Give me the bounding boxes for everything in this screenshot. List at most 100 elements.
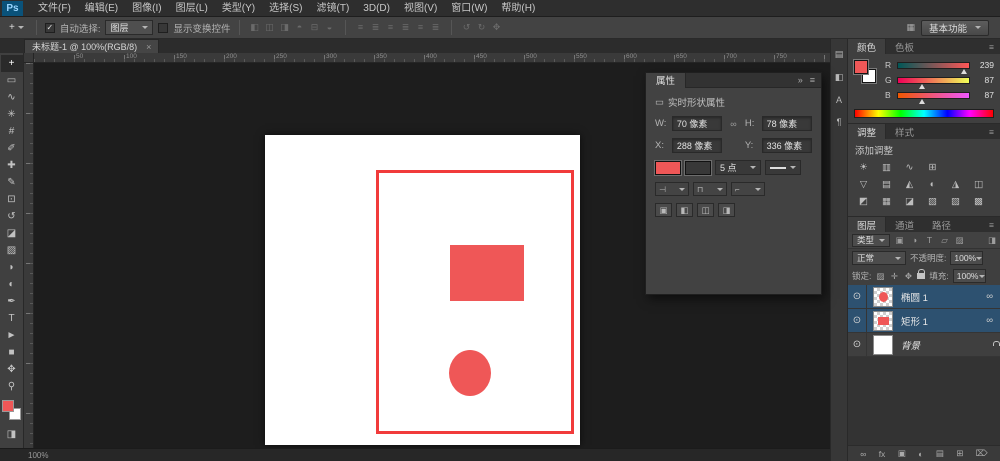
lock-transparency-icon[interactable]: ▨ bbox=[875, 271, 885, 282]
visibility-eye-icon[interactable]: ⊙ bbox=[848, 309, 867, 332]
paragraph-panel-icon[interactable]: ¶ bbox=[837, 117, 842, 127]
eraser-tool[interactable]: ◪ bbox=[1, 225, 23, 242]
filter-shape-layers-icon[interactable]: ▱ bbox=[939, 235, 950, 246]
distribute-icon[interactable]: ≣ bbox=[429, 22, 443, 33]
menu-item[interactable]: 选择(S) bbox=[262, 0, 309, 17]
move-tool[interactable]: + bbox=[1, 55, 23, 72]
stroke-width-dropdown[interactable]: 5 点 bbox=[715, 160, 761, 175]
layer-name[interactable]: 矩形 1 bbox=[899, 314, 986, 328]
menu-item[interactable]: 滤镜(T) bbox=[310, 0, 357, 17]
distribute-icon[interactable]: ≣ bbox=[399, 22, 413, 33]
menu-item[interactable]: 窗口(W) bbox=[444, 0, 494, 17]
crop-tool[interactable]: # bbox=[1, 123, 23, 140]
path-operation-subtract-button[interactable]: ◧ bbox=[676, 203, 693, 217]
foreground-color-swatch[interactable] bbox=[854, 60, 868, 74]
filter-smart-objects-icon[interactable]: ▨ bbox=[954, 235, 965, 246]
adjustment-icon[interactable]: ▧ bbox=[922, 194, 943, 208]
layer-name[interactable]: 背景 bbox=[899, 338, 992, 352]
blend-mode-dropdown[interactable]: 正常 bbox=[852, 251, 906, 265]
zoom-level[interactable]: 100% bbox=[28, 451, 48, 460]
blue-slider-thumb[interactable] bbox=[919, 99, 925, 104]
delete-layer-icon[interactable]: ⌦ bbox=[976, 448, 988, 459]
layer-filter-dropdown[interactable]: 类型 bbox=[852, 234, 890, 247]
collapse-panel-icon[interactable]: » bbox=[798, 75, 803, 85]
adjustment-icon[interactable]: ▨ bbox=[945, 194, 966, 208]
clone-stamp-tool[interactable]: ⊡ bbox=[1, 191, 23, 208]
lock-all-icon[interactable] bbox=[917, 273, 925, 279]
filter-pixel-layers-icon[interactable]: ▣ bbox=[894, 235, 905, 246]
green-value[interactable]: 87 bbox=[974, 75, 994, 85]
quick-selection-tool[interactable]: ✳ bbox=[1, 106, 23, 123]
stroke-color-swatch[interactable] bbox=[685, 161, 711, 175]
adjustment-icon[interactable]: ◩ bbox=[853, 194, 874, 208]
threed-mode-icon[interactable]: ↺ bbox=[460, 22, 474, 33]
adjustment-icon[interactable]: ☀ bbox=[853, 160, 874, 174]
filter-toggle-icon[interactable]: ◨ bbox=[988, 235, 996, 246]
healing-brush-tool[interactable]: ✚ bbox=[1, 157, 23, 174]
character-panel-icon[interactable]: A bbox=[836, 95, 842, 105]
path-operation-intersect-button[interactable]: ◫ bbox=[697, 203, 714, 217]
close-document-icon[interactable]: × bbox=[146, 42, 151, 52]
align-icon[interactable]: ◨ bbox=[278, 22, 292, 33]
adjustment-icon[interactable]: ◫ bbox=[968, 177, 989, 191]
path-selection-tool[interactable]: ► bbox=[1, 327, 23, 344]
layer-row-rectangle[interactable]: ⊙ 矩形 1 ∞ bbox=[848, 309, 1000, 333]
properties-tab[interactable]: 属性 bbox=[646, 73, 686, 88]
document-canvas[interactable] bbox=[265, 135, 580, 445]
align-icon[interactable]: ◓ bbox=[293, 22, 307, 33]
gradient-tool[interactable]: ▨ bbox=[1, 242, 23, 259]
path-operation-exclude-button[interactable]: ◨ bbox=[718, 203, 735, 217]
width-field[interactable]: 70 像素 bbox=[672, 116, 722, 131]
link-dimensions-icon[interactable]: ∞ bbox=[726, 119, 741, 129]
tab-color[interactable]: 颜色 bbox=[848, 39, 886, 54]
panel-menu-icon[interactable]: ≡ bbox=[810, 75, 815, 85]
stroke-type-dropdown[interactable] bbox=[765, 160, 801, 175]
filter-type-layers-icon[interactable]: T bbox=[924, 235, 935, 245]
tab-styles[interactable]: 样式 bbox=[886, 124, 923, 139]
red-slider[interactable] bbox=[897, 62, 970, 69]
threed-mode-icon[interactable]: ↻ bbox=[475, 22, 489, 33]
new-adjustment-layer-icon[interactable]: ◐ bbox=[918, 449, 923, 459]
distribute-icon[interactable]: ≣ bbox=[369, 22, 383, 33]
auto-select-checkbox[interactable]: ✓ bbox=[45, 23, 55, 33]
red-slider-thumb[interactable] bbox=[961, 69, 967, 74]
menu-item[interactable]: 帮助(H) bbox=[494, 0, 542, 17]
adjustment-icon[interactable]: ◪ bbox=[899, 194, 920, 208]
new-layer-icon[interactable]: ⊞ bbox=[956, 448, 963, 459]
red-ellipse-shape[interactable] bbox=[449, 350, 491, 396]
adjustment-icon[interactable]: ◮ bbox=[945, 177, 966, 191]
zoom-tool[interactable]: ⚲ bbox=[1, 378, 23, 395]
align-icon[interactable]: ⊟ bbox=[308, 22, 322, 33]
align-icon[interactable]: ◒ bbox=[323, 22, 337, 33]
tab-layers[interactable]: 图层 bbox=[848, 217, 886, 232]
layer-thumbnail[interactable] bbox=[873, 311, 893, 331]
distribute-icon[interactable]: ≡ bbox=[414, 22, 428, 33]
tab-paths[interactable]: 路径 bbox=[923, 217, 960, 232]
menu-item[interactable]: 类型(Y) bbox=[215, 0, 262, 17]
visibility-eye-icon[interactable]: ⊙ bbox=[848, 285, 867, 308]
opacity-dropdown[interactable]: 100% bbox=[950, 251, 983, 265]
layer-thumbnail[interactable] bbox=[873, 335, 893, 355]
adjustment-icon[interactable]: ▩ bbox=[968, 194, 989, 208]
red-value[interactable]: 239 bbox=[974, 60, 994, 70]
brush-tool[interactable]: ✎ bbox=[1, 174, 23, 191]
add-mask-icon[interactable]: ▣ bbox=[898, 448, 906, 459]
layer-style-icon[interactable]: fx bbox=[879, 449, 886, 459]
distribute-icon[interactable]: ≡ bbox=[354, 22, 368, 33]
stroke-caps-dropdown[interactable]: ⊓ bbox=[693, 182, 727, 196]
ruler-origin[interactable] bbox=[24, 53, 34, 63]
menu-item[interactable]: 编辑(E) bbox=[78, 0, 125, 17]
tab-swatches[interactable]: 色板 bbox=[886, 39, 923, 54]
panel-menu-icon[interactable]: ≡ bbox=[989, 124, 1000, 139]
info-panel-icon[interactable]: ◧ bbox=[835, 72, 844, 83]
align-icon[interactable]: ◧ bbox=[248, 22, 262, 33]
lasso-tool[interactable]: ∿ bbox=[1, 89, 23, 106]
panel-menu-icon[interactable]: ≡ bbox=[989, 39, 1000, 54]
panel-menu-icon[interactable]: ≡ bbox=[989, 217, 1000, 232]
link-layers-icon[interactable]: ∞ bbox=[860, 449, 866, 459]
adjustment-icon[interactable]: ◭ bbox=[899, 177, 920, 191]
history-panel-icon[interactable]: ▤ bbox=[835, 49, 844, 60]
quick-mask-button[interactable]: ◨ bbox=[1, 426, 23, 443]
show-transform-checkbox[interactable] bbox=[158, 23, 168, 33]
current-tool-dropdown[interactable]: + bbox=[5, 19, 28, 37]
